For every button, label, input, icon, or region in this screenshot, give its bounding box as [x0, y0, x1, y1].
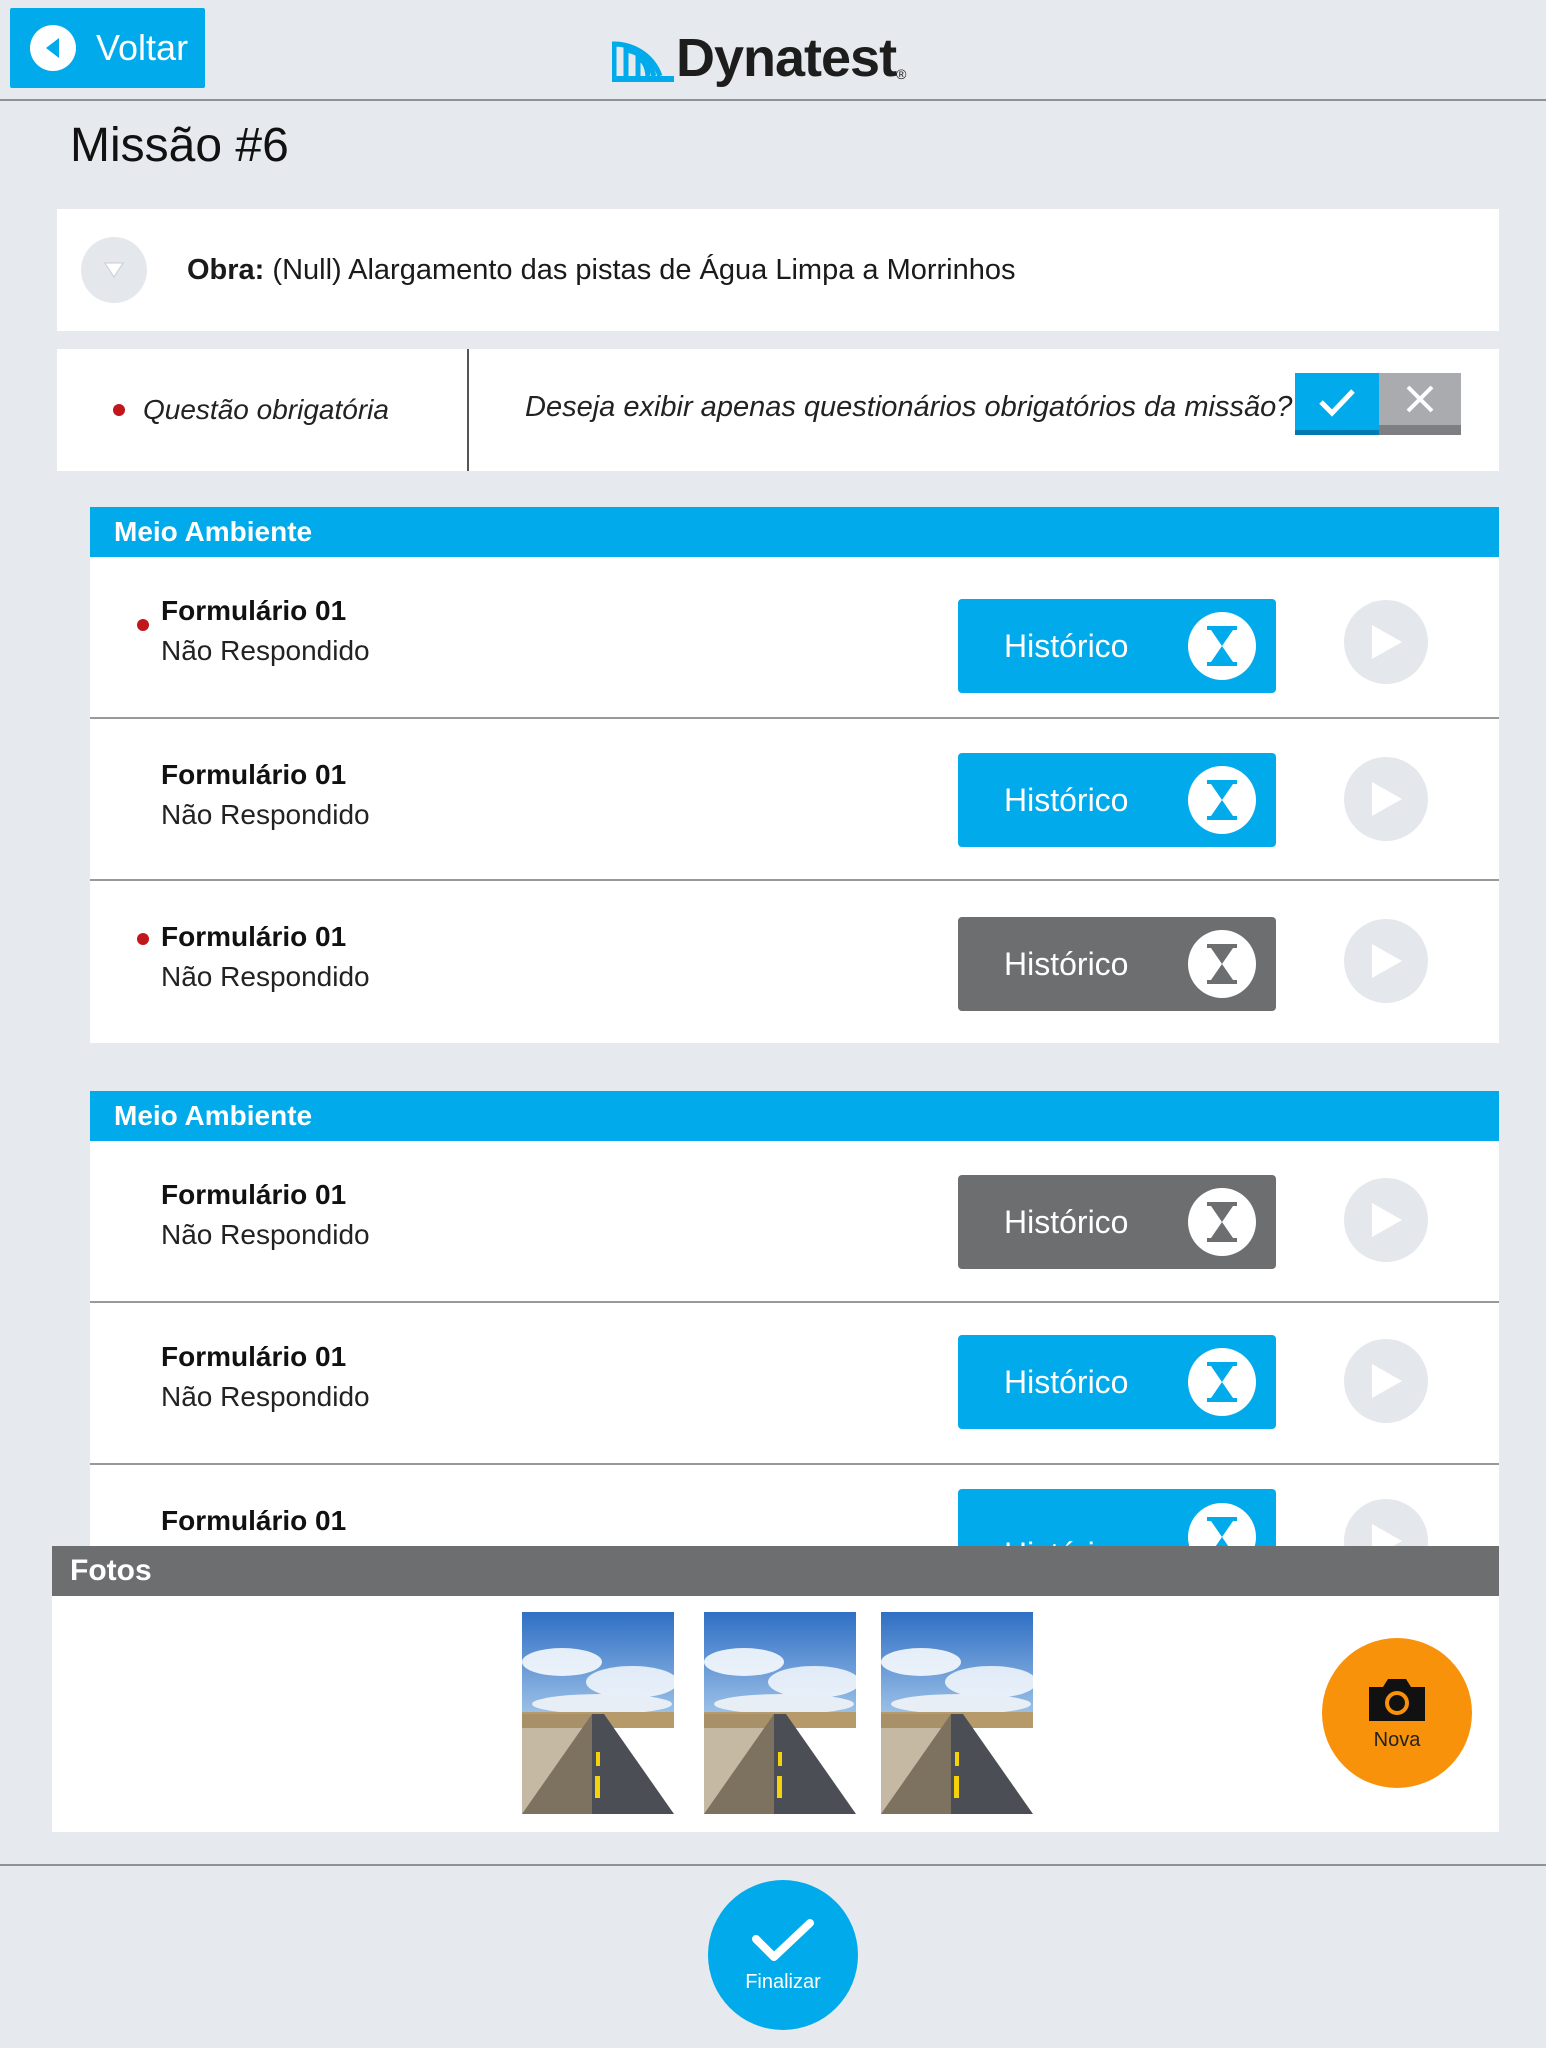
mandatory-legend-label: Questão obrigatória: [143, 394, 389, 425]
hourglass-icon: [1188, 1188, 1256, 1256]
form-name: Formulário 01: [161, 921, 347, 952]
historico-button[interactable]: Histórico: [958, 1489, 1276, 1546]
logo-registered-mark: ®: [896, 66, 907, 82]
form-name: Formulário 01: [161, 1179, 347, 1210]
play-button[interactable]: [1344, 757, 1428, 841]
historico-button[interactable]: Histórico: [958, 753, 1276, 847]
play-icon: [1372, 1364, 1402, 1398]
finalizar-button[interactable]: Finalizar: [708, 1880, 858, 2030]
form-row: Formulário 01 Não Respondido Histórico: [90, 1141, 1499, 1303]
checkmark-icon: [1319, 388, 1355, 417]
hourglass-icon: [1188, 1348, 1256, 1416]
play-icon: [1372, 625, 1402, 659]
back-arrow-icon: [30, 25, 76, 71]
fotos-panel: Fotos Nova: [52, 1546, 1499, 1832]
dynatest-logo: Dynatest ®: [612, 22, 906, 88]
close-icon: [1406, 385, 1434, 413]
back-button[interactable]: Voltar: [10, 8, 205, 88]
hourglass-icon: [1188, 1503, 1256, 1546]
fotos-header: Fotos: [52, 1546, 1499, 1596]
logo-text: Dynatest: [676, 28, 897, 88]
checkmark-icon: [752, 1918, 814, 1961]
historico-label: Histórico: [1004, 627, 1129, 664]
expand-obra-button[interactable]: [81, 237, 147, 303]
historico-label: Histórico: [1004, 1363, 1129, 1400]
page-title: Missão #6: [70, 119, 289, 172]
road-photo-icon: [704, 1612, 856, 1814]
filter-question: Deseja exibir apenas questionários obrig…: [525, 391, 1293, 423]
new-photo-button[interactable]: Nova: [1322, 1638, 1472, 1788]
toggle-yes-button[interactable]: [1295, 373, 1379, 435]
mandatory-legend: Questão obrigatória: [57, 349, 469, 471]
play-icon: [1372, 944, 1402, 978]
historico-button[interactable]: Histórico: [958, 917, 1276, 1011]
form-status: Não Respondido: [161, 1381, 370, 1412]
form-row: Formulário 01 Não Respondido Histórico: [90, 1303, 1499, 1465]
toggle-no-button[interactable]: [1379, 373, 1461, 435]
form-status: Não Respondido: [161, 799, 370, 830]
obra-card: Obra: (Null) Alargamento das pistas de Á…: [57, 209, 1499, 331]
back-button-label: Voltar: [96, 27, 189, 68]
photo-thumbnail[interactable]: [704, 1612, 856, 1814]
form-status: Não Respondido: [161, 961, 370, 992]
historico-button[interactable]: Histórico: [958, 1175, 1276, 1269]
new-photo-label: Nova: [1373, 1728, 1421, 1751]
form-name: Formulário 01: [161, 1505, 347, 1536]
hourglass-icon: [1188, 930, 1256, 998]
required-dot-icon: [113, 404, 125, 416]
play-button[interactable]: [1344, 1178, 1428, 1262]
form-row: Formulário 01 Não Respondido Histórico: [90, 557, 1499, 719]
road-photo-icon: [881, 1612, 1033, 1814]
camera-icon: [1369, 1678, 1425, 1721]
form-row: Formulário 01 Histórico: [90, 1465, 1499, 1546]
section-header: Meio Ambiente: [90, 1091, 1499, 1141]
play-button[interactable]: [1344, 919, 1428, 1003]
form-name: Formulário 01: [161, 1341, 347, 1372]
play-icon: [1372, 1524, 1402, 1546]
play-icon: [1372, 782, 1402, 816]
section-header: Meio Ambiente: [90, 507, 1499, 557]
mandatory-toggle[interactable]: [1295, 373, 1461, 435]
obra-value: (Null) Alargamento das pistas de Água Li…: [272, 253, 1016, 286]
form-row: Formulário 01 Não Respondido Histórico: [90, 881, 1499, 1043]
mandatory-filter-card: Questão obrigatória Deseja exibir apenas…: [57, 349, 1499, 471]
form-status: Não Respondido: [161, 1219, 370, 1250]
play-button[interactable]: [1344, 1339, 1428, 1423]
historico-button[interactable]: Histórico: [958, 1335, 1276, 1429]
play-button[interactable]: [1344, 600, 1428, 684]
section-meio-ambiente-1: Meio Ambiente Formulário 01 Não Respondi…: [90, 507, 1499, 1043]
photo-thumbnail[interactable]: [881, 1612, 1033, 1814]
form-name: Formulário 01: [161, 759, 347, 790]
required-dot-icon: [137, 933, 149, 945]
historico-label: Histórico: [1004, 945, 1129, 982]
historico-label: Histórico: [1004, 1536, 1128, 1547]
play-button[interactable]: [1344, 1499, 1428, 1546]
required-dot-icon: [137, 619, 149, 631]
historico-label: Histórico: [1004, 1203, 1129, 1240]
historico-button[interactable]: Histórico: [958, 599, 1276, 693]
form-row: Formulário 01 Não Respondido Histórico: [90, 719, 1499, 881]
road-photo-icon: [522, 1612, 674, 1814]
chevron-down-icon: [104, 262, 124, 278]
logo-mark-icon: [612, 41, 674, 82]
section-meio-ambiente-2: Meio Ambiente Formulário 01 Não Respondi…: [90, 1091, 1499, 1546]
play-icon: [1372, 1203, 1402, 1237]
finalizar-label: Finalizar: [745, 1970, 821, 1993]
hourglass-icon: [1188, 766, 1256, 834]
form-status: Não Respondido: [161, 635, 370, 666]
form-name: Formulário 01: [161, 595, 347, 626]
obra-text: Obra: (Null) Alargamento das pistas de Á…: [187, 254, 1016, 287]
obra-label: Obra:: [187, 253, 265, 286]
top-bar: Voltar Dynatest ®: [0, 0, 1546, 101]
historico-label: Histórico: [1004, 781, 1129, 818]
photo-thumbnail[interactable]: [522, 1612, 674, 1814]
hourglass-icon: [1188, 612, 1256, 680]
